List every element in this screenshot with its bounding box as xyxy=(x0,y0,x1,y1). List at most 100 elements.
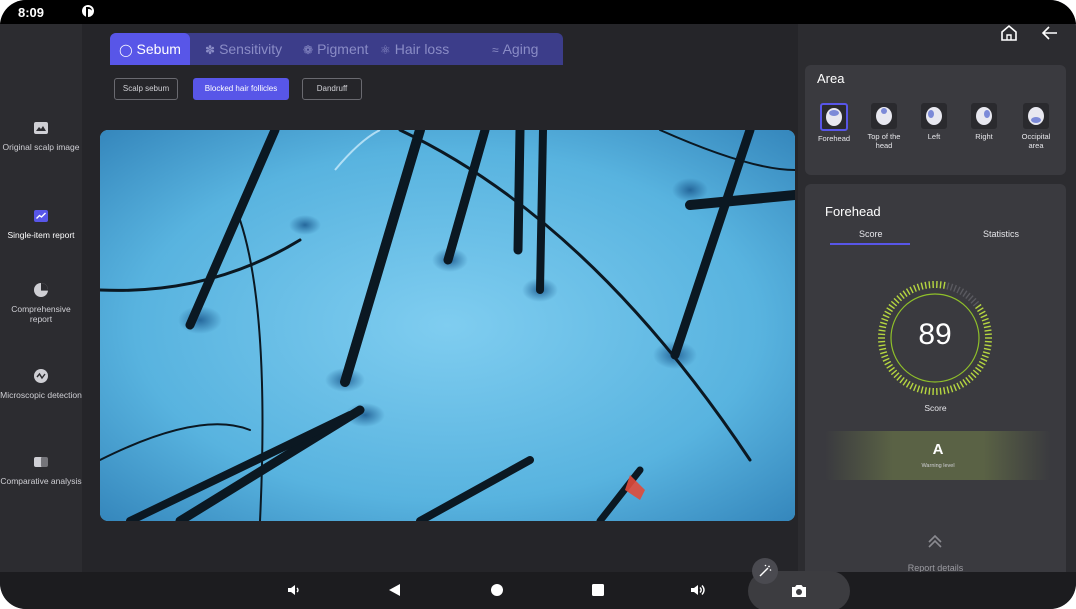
area-item-left[interactable]: Left xyxy=(913,103,955,141)
tab-sebum[interactable]: ◯ Sebum xyxy=(110,33,190,65)
gauge-tick xyxy=(942,387,946,395)
gauge-tick xyxy=(886,363,893,369)
subtab-score[interactable]: Score xyxy=(859,229,883,239)
gauge-tick xyxy=(912,384,917,392)
report-panel: Forehead Score Statistics 89 Score A War… xyxy=(805,184,1066,584)
gauge-tick xyxy=(975,366,982,373)
home-circle-icon[interactable] xyxy=(490,583,504,597)
gauge-tick xyxy=(928,387,931,395)
gauge-tick xyxy=(965,376,971,384)
microscope-icon xyxy=(34,369,48,383)
gauge-tick xyxy=(980,357,988,362)
volume-up-icon[interactable] xyxy=(690,583,706,597)
area-item-label: Forehead xyxy=(817,134,851,143)
tab-sensitivity[interactable]: ✽ Sensitivity xyxy=(205,33,282,65)
gauge-tick xyxy=(902,290,908,297)
region-title: Forehead xyxy=(825,204,881,219)
back-triangle-icon[interactable] xyxy=(388,583,401,597)
gauge-tick xyxy=(920,386,924,394)
area-item-label: Left xyxy=(927,132,941,141)
gauge-tick xyxy=(912,284,917,292)
area-item-label: Occipital area xyxy=(1021,132,1051,150)
gauge-tick xyxy=(953,284,958,292)
gauge-tick xyxy=(896,374,903,381)
head-forehead-icon xyxy=(820,103,848,131)
area-item-label: Top of the head xyxy=(867,132,901,150)
sidebar-item-comparative-analysis[interactable]: Comparative analysis xyxy=(0,454,82,486)
gauge-tick xyxy=(902,379,908,386)
home-icon[interactable] xyxy=(1000,24,1018,42)
gauge-tick xyxy=(970,372,977,379)
gauge-tick xyxy=(920,282,924,290)
gauge-tick xyxy=(981,354,989,359)
sensitivity-icon: ✽ xyxy=(205,43,216,57)
area-item-forehead[interactable]: Forehead xyxy=(813,103,855,143)
recent-apps-icon[interactable] xyxy=(591,583,605,597)
gauge-tick xyxy=(939,281,942,289)
gauge-tick xyxy=(886,307,893,313)
tab-pigment[interactable]: ❁ Pigment xyxy=(303,33,368,65)
pie-chart-icon xyxy=(34,283,48,297)
subtab-statistics[interactable]: Statistics xyxy=(983,229,1019,239)
tab-label: Aging xyxy=(502,41,539,57)
head-right-icon xyxy=(971,103,997,129)
chip-blocked-hair-follicles[interactable]: Blocked hair follicles xyxy=(193,78,289,100)
sidebar-item-label: Comparative analysis xyxy=(0,476,82,486)
gauge-tick xyxy=(978,360,986,366)
volume-down-icon[interactable] xyxy=(287,583,301,597)
chip-dandruff[interactable]: Dandruff xyxy=(302,78,362,100)
magic-wand-button[interactable] xyxy=(752,558,778,584)
gauge-tick xyxy=(946,386,950,394)
category-tabs: ◯ Sebum ✽ Sensitivity ❁ Pigment ⚛ Hair loss … xyxy=(110,33,563,65)
area-item-label: Right xyxy=(975,132,993,141)
gauge-tick xyxy=(899,376,905,384)
sidebar: Original scalp image Single-item report … xyxy=(0,24,82,584)
sidebar-item-comprehensive-report[interactable]: Comprehensive report xyxy=(0,282,82,324)
gauge-tick xyxy=(905,288,911,296)
sidebar-item-label: Comprehensive report xyxy=(11,304,71,324)
tab-label: Hair loss xyxy=(394,41,450,57)
gauge-tick xyxy=(882,357,890,362)
head-left-icon xyxy=(921,103,947,129)
image-icon xyxy=(34,122,48,134)
gauge-tick xyxy=(949,385,954,393)
tab-hair-loss[interactable]: ⚛ Hair loss xyxy=(380,33,449,65)
gauge-tick xyxy=(959,288,965,296)
gauge-tick xyxy=(893,372,900,379)
area-item-top-of-head[interactable]: Top of the head xyxy=(863,103,905,150)
head-top-icon xyxy=(871,103,897,129)
area-item-right[interactable]: Right xyxy=(963,103,1005,141)
aging-icon: ≈ xyxy=(492,43,499,57)
chevron-up-double-icon[interactable] xyxy=(926,533,944,551)
chart-line-icon xyxy=(34,210,48,222)
status-bar: 8:09 xyxy=(0,0,1076,24)
scalp-microscope-image xyxy=(100,130,795,521)
gauge-tick xyxy=(972,369,980,376)
system-navigation-bar xyxy=(0,572,1076,609)
gauge-tick xyxy=(916,283,921,291)
sidebar-item-microscopic-detection[interactable]: Microscopic detection xyxy=(0,368,82,400)
gauge-tick xyxy=(970,297,977,304)
sebum-icon: ◯ xyxy=(119,43,133,57)
camera-icon xyxy=(792,585,806,597)
gauge-tick xyxy=(982,351,990,355)
gauge-tick xyxy=(899,292,905,300)
tab-aging[interactable]: ≈ Aging xyxy=(492,33,538,65)
area-panel: Area Forehead Top of the head Left Right xyxy=(805,65,1066,175)
gauge-tick xyxy=(928,281,931,289)
chip-scalp-sebum[interactable]: Scalp sebum xyxy=(114,78,178,100)
gauge-tick xyxy=(909,382,914,390)
gauge-tick xyxy=(967,374,974,381)
gauge-tick xyxy=(896,295,903,302)
pigment-icon: ❁ xyxy=(303,43,314,57)
scalp-image-graphic xyxy=(100,130,795,521)
gauge-tick xyxy=(880,351,888,355)
sidebar-item-single-item-report[interactable]: Single-item report xyxy=(0,208,82,240)
gauge-tick xyxy=(909,286,914,294)
gauge-tick xyxy=(975,303,982,310)
sidebar-item-label: Microscopic detection xyxy=(0,390,82,400)
back-arrow-icon[interactable] xyxy=(1041,24,1059,42)
area-item-occipital-area[interactable]: Occipital area xyxy=(1015,103,1057,150)
gauge-tick xyxy=(905,380,911,388)
sidebar-item-original-scalp-image[interactable]: Original scalp image xyxy=(0,120,82,152)
